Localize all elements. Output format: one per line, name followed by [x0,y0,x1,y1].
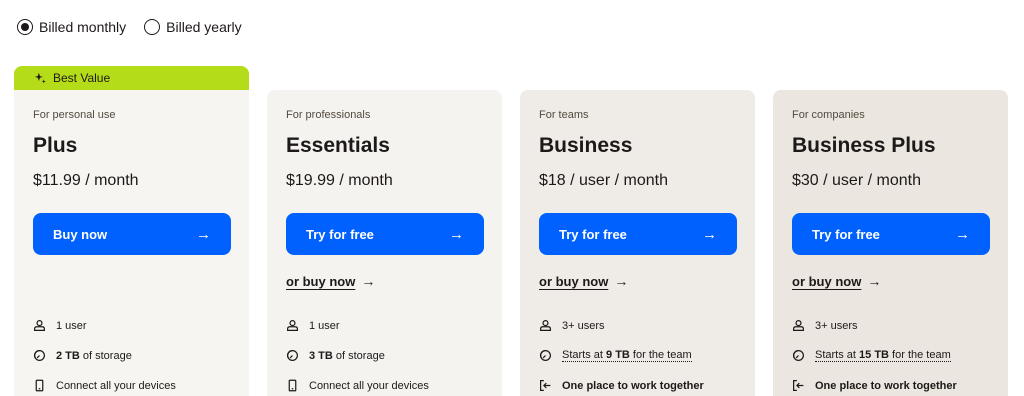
feature-storage: 3 TB of storage [286,349,385,362]
storage-icon [34,350,45,361]
storage-prefix: Starts at [815,349,860,361]
arrow-right-icon: → [702,225,717,243]
try-for-free-button[interactable]: Try for free → [539,213,737,255]
cta-label: Buy now [53,226,108,242]
or-buy-now-label: or buy now [286,273,356,289]
feature-devices: Connect all your devices [286,379,429,392]
storage-amount: 15 TB [859,349,889,361]
billed-yearly-label: Billed yearly [166,19,242,35]
feature-text: 1 user [309,319,340,332]
feature-text: of storage [79,349,132,362]
plan-card-business: For teams Business $18 / user / month Tr… [520,90,755,396]
plan-card-plus: For personal use Plus $11.99 / month Buy… [14,90,249,396]
plan-audience: For companies [792,109,865,121]
storage-amount: 2 TB [56,349,80,362]
cta-label: Try for free [306,226,374,242]
feature-storage: Starts at 15 TB for the team [792,349,951,362]
feature-workspace: One place to work together [539,379,704,392]
users-icon [793,320,804,331]
feature-text: 3+ users [562,319,605,332]
feature-text: for the team [629,349,692,361]
arrow-right-icon: → [867,273,882,289]
feature-text: 3+ users [815,319,858,332]
plan-name: Business Plus [792,134,936,157]
arrow-right-icon: → [361,273,376,289]
feature-workspace: One place to work together [792,379,957,392]
feature-text: One place to work together [815,379,957,392]
plan-audience: For professionals [286,109,371,121]
plan-card-business-plus: For companies Business Plus $30 / user /… [773,90,1008,396]
storage-amount: 9 TB [606,349,630,361]
billed-monthly-radio[interactable] [17,19,33,35]
sparkle-icon [34,72,46,83]
billed-yearly-radio[interactable] [144,19,161,35]
plan-audience: For personal use [33,109,116,121]
feature-text: One place to work together [562,379,704,392]
feature-devices: Connect all your devices [33,379,176,392]
storage-amount: 3 TB [309,349,333,362]
user-icon [287,320,298,331]
feature-users: 1 user [33,319,87,332]
workspace-icon [540,380,551,391]
plan-card-essentials: For professionals Essentials $19.99 / mo… [267,90,502,396]
feature-text: for the team [889,349,951,361]
or-buy-now-link[interactable]: or buy now → [792,273,881,289]
try-for-free-button[interactable]: Try for free → [792,213,990,255]
feature-users: 1 user [286,319,340,332]
buy-now-button[interactable]: Buy now → [33,213,231,255]
feature-text: 1 user [56,319,87,332]
device-icon [288,379,297,392]
plan-name: Business [539,134,633,157]
or-buy-now-link[interactable]: or buy now → [539,273,628,289]
try-for-free-button[interactable]: Try for free → [286,213,484,255]
plan-price: $19.99 / month [286,172,393,189]
feature-text: Connect all your devices [56,379,176,392]
billed-yearly-option[interactable]: Billed yearly [144,19,242,35]
users-icon [540,320,551,331]
storage-prefix: Starts at [562,349,607,361]
cta-label: Try for free [559,226,627,242]
user-icon [34,320,45,331]
arrow-right-icon: → [955,225,970,243]
feature-storage: Starts at 9 TB for the team [539,349,692,362]
storage-icon [793,350,804,361]
workspace-icon [793,380,804,391]
plan-price: $18 / user / month [539,172,668,189]
best-value-label: Best Value [53,71,111,85]
arrow-right-icon: → [196,225,211,243]
plan-name: Essentials [286,134,390,157]
feature-text: of storage [332,349,385,362]
device-icon [35,379,44,392]
arrow-right-icon: → [614,273,629,289]
storage-tooltip-trigger[interactable]: Starts at 15 TB for the team [815,349,951,362]
storage-icon [540,350,551,361]
plan-name: Plus [33,134,78,157]
arrow-right-icon: → [449,225,464,243]
feature-users: 3+ users [539,319,605,332]
or-buy-now-label: or buy now [539,273,609,289]
storage-tooltip-trigger[interactable]: Starts at 9 TB for the team [562,349,692,362]
cta-label: Try for free [812,226,880,242]
billed-monthly-label: Billed monthly [39,19,127,35]
feature-text: Connect all your devices [309,379,429,392]
plan-price: $11.99 / month [33,172,139,189]
feature-storage: 2 TB of storage [33,349,132,362]
or-buy-now-label: or buy now [792,273,862,289]
plan-audience: For teams [539,109,589,121]
plan-price: $30 / user / month [792,172,921,189]
storage-icon [287,350,298,361]
billed-monthly-option[interactable]: Billed monthly [17,19,126,35]
or-buy-now-link[interactable]: or buy now → [286,273,375,289]
feature-users: 3+ users [792,319,858,332]
best-value-badge: Best Value [14,66,249,90]
billing-toggle: Billed monthly Billed yearly [17,19,242,35]
